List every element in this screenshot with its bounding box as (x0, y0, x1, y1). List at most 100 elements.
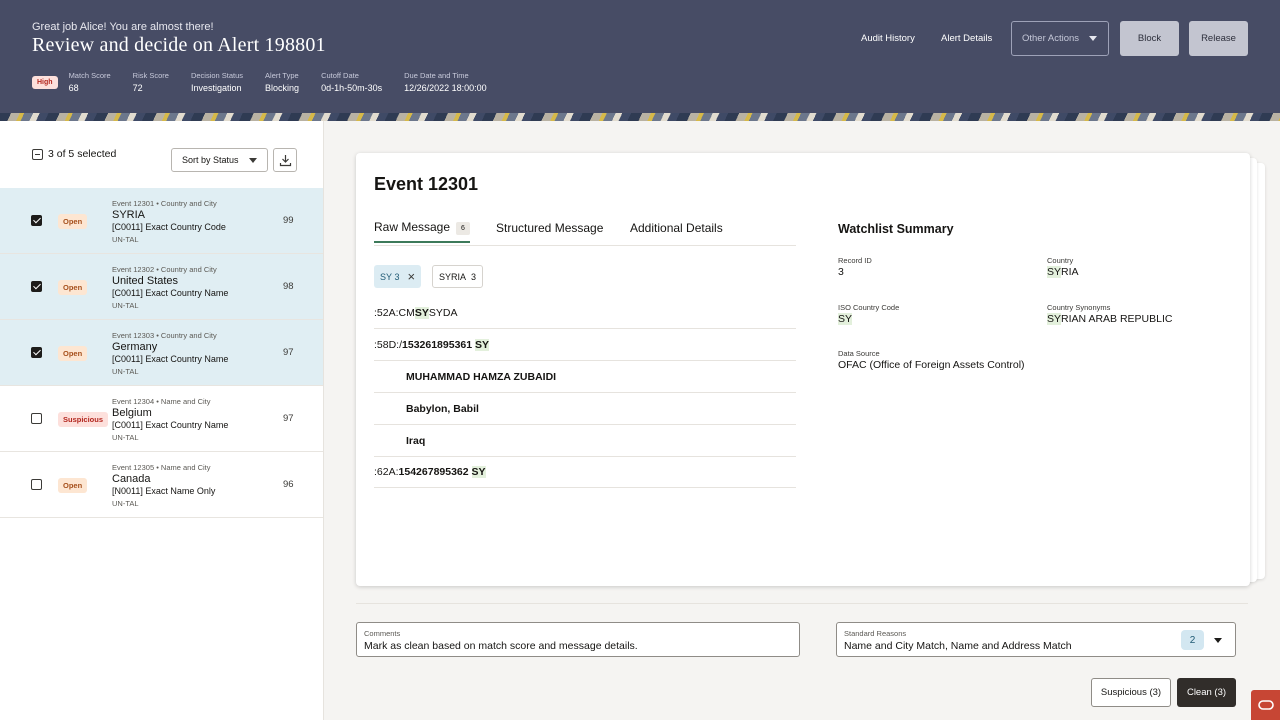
match-highlight: SY (1047, 266, 1062, 278)
message-line-52a: :52A:CM SY SYDA (374, 297, 796, 329)
event-row-12301[interactable]: Open Event 12301 • Country and City SYRI… (0, 188, 323, 254)
events-panel: 3 of 5 selected Sort by Status Open Even… (0, 121, 324, 720)
event-checkbox[interactable] (31, 215, 42, 226)
message-line-62a: :62A: 154267895362 SY (374, 456, 796, 488)
alert-details-link[interactable]: Alert Details (941, 33, 992, 44)
footer-divider (356, 603, 1248, 604)
sort-by-status-dropdown[interactable]: Sort by Status (171, 148, 268, 172)
selection-count: 3 of 5 selected (48, 148, 117, 160)
event-source: UN-TAL (112, 367, 139, 376)
tab-label: Raw Message (374, 220, 451, 234)
data-source-label: Data Source (838, 349, 880, 358)
iso-code-value: SY (838, 313, 853, 325)
tab-count-badge: 6 (456, 222, 470, 235)
tab-additional-details[interactable]: Additional Details (630, 221, 723, 235)
reasons-label: Standard Reasons (844, 629, 907, 638)
msg-text: :58D:/ (374, 338, 403, 351)
status-badge: Open (58, 214, 88, 229)
status-badge: Open (58, 280, 88, 295)
match-highlight: SY (838, 313, 853, 325)
tab-raw-message[interactable]: Raw Message 6 (374, 220, 470, 243)
chip-label: SYRIA (439, 271, 467, 282)
country-label: Country (1047, 256, 1074, 265)
event-checkbox[interactable] (31, 413, 42, 424)
oracle-logo[interactable] (1251, 690, 1280, 720)
meta-decision-status: Decision Status Investigation (191, 71, 243, 93)
sort-label: Sort by Status (182, 155, 239, 165)
priority-badge: High (32, 76, 58, 89)
standard-reasons-select[interactable]: Standard Reasons Name and City Match, Na… (836, 622, 1236, 657)
message-line-58d: :58D:/153261895361 SY (374, 329, 796, 361)
select-all-control[interactable]: 3 of 5 selected (32, 148, 116, 160)
chip-count: 3 (394, 271, 400, 282)
filter-chip-syria[interactable]: SYRIA 3 (432, 265, 484, 288)
greeting-text: Great job Alice! You are almost there! (32, 21, 214, 33)
chevron-down-icon (249, 158, 257, 163)
event-rule: [N0011] Exact Name Only (112, 486, 216, 496)
event-name: Canada (112, 473, 151, 485)
suspicious-button[interactable]: Suspicious (3) (1091, 678, 1171, 707)
meta-due-date: Due Date and Time 12/26/2022 18:00:00 (404, 71, 487, 93)
audit-history-link[interactable]: Audit History (861, 33, 915, 44)
iso-code-label: ISO Country Code (838, 303, 900, 312)
block-button[interactable]: Block (1120, 21, 1179, 56)
tab-structured-message[interactable]: Structured Message (496, 221, 603, 235)
meta-label: Risk Score (132, 71, 169, 80)
event-rule: [C0011] Exact Country Code (112, 222, 226, 232)
event-rule: [C0011] Exact Country Name (112, 354, 229, 364)
event-name: Belgium (112, 407, 152, 419)
synonyms-rest: RIAN ARAB REPUBLIC (1061, 313, 1173, 325)
meta-value: Investigation (190, 83, 242, 93)
country-synonyms-value: SYRIAN ARAB REPUBLIC (1047, 313, 1172, 325)
indeterminate-checkbox[interactable] (32, 148, 43, 160)
release-button[interactable]: Release (1189, 21, 1248, 56)
event-checkbox[interactable] (31, 479, 42, 490)
event-row-12305[interactable]: Open Event 12305 • Name and City Canada … (0, 452, 323, 518)
event-detail-card: Event 12301 Raw Message 6 Structured Mess… (356, 153, 1250, 586)
clean-button[interactable]: Clean (3) (1177, 678, 1236, 707)
meta-label: Due Date and Time (404, 71, 469, 80)
download-button[interactable] (273, 148, 297, 172)
meta-label: Cutoff Date (321, 71, 359, 80)
event-source: UN-TAL (112, 433, 139, 442)
event-row-12304[interactable]: Suspicious Event 12304 • Name and City B… (0, 386, 323, 452)
event-name: United States (112, 275, 179, 287)
event-header: Event 12301 • Country and City (112, 199, 217, 208)
msg-text: :62A: (374, 465, 399, 478)
event-score: 96 (283, 479, 294, 490)
other-actions-dropdown[interactable]: Other Actions (1011, 21, 1109, 56)
event-score: 99 (283, 215, 294, 226)
country-value: SYRIA (1047, 266, 1079, 278)
country-rest: RIA (1061, 266, 1079, 278)
match-highlight: SY (475, 338, 490, 351)
message-line-name: MUHAMMAD HAMZA ZUBAIDI (374, 361, 796, 393)
event-header: Event 12302 • Country and City (112, 265, 217, 274)
event-checkbox[interactable] (31, 281, 42, 292)
detail-tabs: Raw Message 6 Structured Message Addition… (374, 219, 796, 246)
chip-label: SY (380, 271, 393, 282)
msg-number: 153261895361 (402, 338, 473, 351)
meta-value: 0d-1h-50m-30s (321, 83, 383, 93)
chevron-down-icon[interactable] (1214, 638, 1222, 643)
close-icon[interactable]: × (408, 269, 416, 284)
meta-value: 72 (132, 83, 143, 93)
oracle-o-icon (1257, 700, 1274, 710)
event-row-12303[interactable]: Open Event 12303 • Country and City Germ… (0, 320, 323, 386)
message-line-country: Iraq (374, 425, 796, 457)
event-header: Event 12303 • Country and City (112, 331, 217, 340)
event-name: SYRIA (112, 209, 146, 221)
comments-field[interactable]: Comments Mark as clean based on match sc… (356, 622, 800, 657)
status-badge: Open (58, 346, 88, 361)
meta-cutoff-date: Cutoff Date 0d-1h-50m-30s (321, 71, 382, 93)
reasons-count-badge: 2 (1181, 630, 1204, 650)
watchlist-summary-title: Watchlist Summary (838, 222, 954, 236)
event-row-12302[interactable]: Open Event 12302 • Country and City Unit… (0, 254, 323, 320)
event-header: Event 12305 • Name and City (112, 463, 211, 472)
alert-header: Great job Alice! You are almost there! R… (0, 0, 1280, 113)
match-highlight: SY (1047, 313, 1062, 325)
event-checkbox[interactable] (31, 347, 42, 358)
data-source-value: OFAC (Office of Foreign Assets Control) (838, 359, 1025, 371)
event-list: Open Event 12301 • Country and City SYRI… (0, 188, 323, 518)
filter-chip-sy[interactable]: SY 3 × (374, 265, 422, 288)
meta-alert-type: Alert Type Blocking (265, 71, 299, 93)
